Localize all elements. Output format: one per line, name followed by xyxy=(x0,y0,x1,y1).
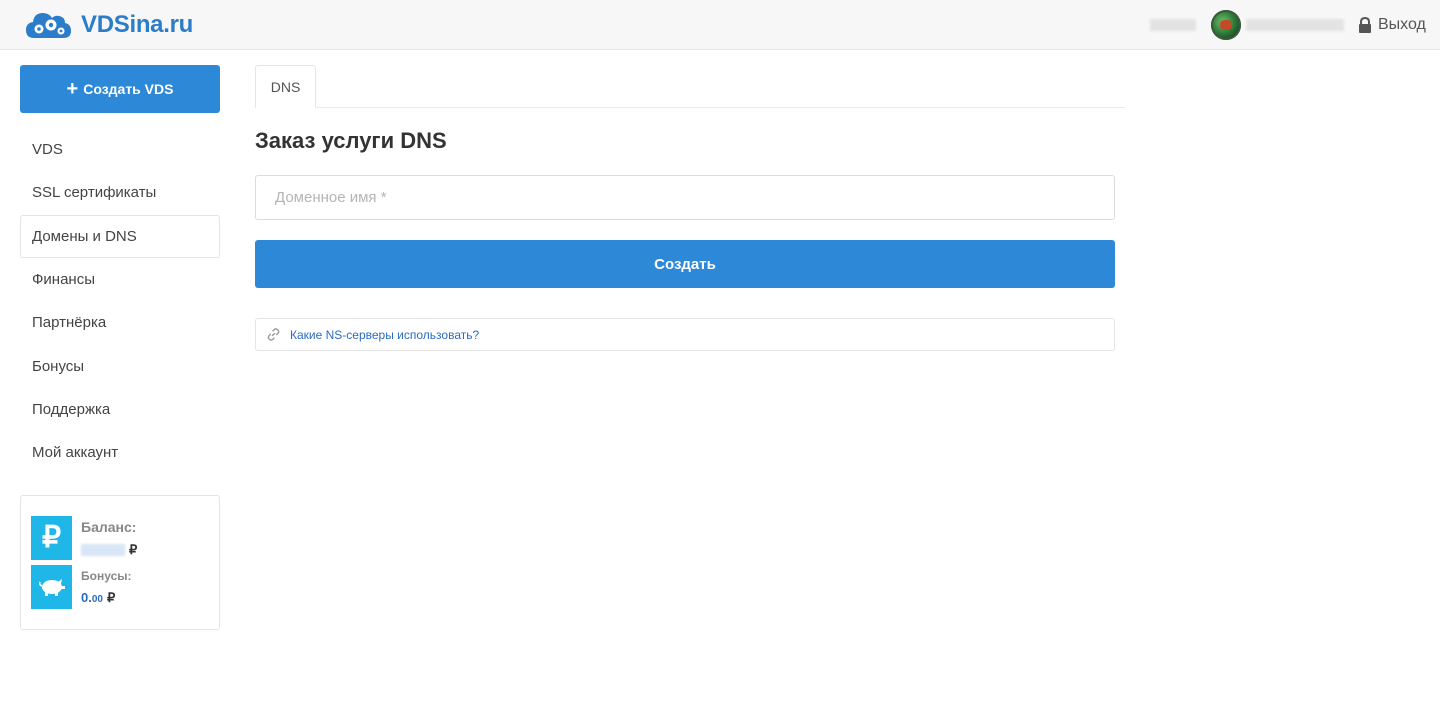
logo-text: VDSina.ru xyxy=(81,11,193,38)
plus-icon: + xyxy=(66,78,79,100)
bonus-value: 0.00 ₽ xyxy=(81,590,116,605)
sidebar-item-partner[interactable]: Партнёрка xyxy=(20,301,220,344)
page-title: Заказ услуги DNS xyxy=(255,128,447,153)
lock-icon xyxy=(1359,17,1371,33)
logo[interactable]: VDSina.ru xyxy=(24,8,193,42)
sidebar-item-finance[interactable]: Финансы xyxy=(20,258,220,301)
cloud-gears-icon xyxy=(26,13,71,38)
sidebar-item-vds[interactable]: VDS xyxy=(20,128,220,171)
sidebar-item-bonuses[interactable]: Бонусы xyxy=(20,344,220,387)
redacted-username[interactable] xyxy=(1246,19,1344,31)
avatar[interactable] xyxy=(1211,10,1241,40)
ruble-icon: ₽ xyxy=(31,516,72,560)
tab-dns[interactable]: DNS xyxy=(255,65,316,108)
balance-label: Баланс: xyxy=(81,519,137,535)
create-vds-label: Создать VDS xyxy=(83,81,174,97)
create-vds-button[interactable]: + Создать VDS xyxy=(20,65,220,113)
sidebar-item-ssl[interactable]: SSL сертификаты xyxy=(20,171,220,214)
piggy-bank-icon xyxy=(31,565,72,609)
balance-currency: ₽ xyxy=(129,542,138,557)
redacted-balance-value xyxy=(81,544,125,556)
logout-label: Выход xyxy=(1378,16,1426,33)
ns-servers-link[interactable]: Какие NS-серверы использовать? xyxy=(290,328,479,342)
sidebar-item-support[interactable]: Поддержка xyxy=(20,388,220,431)
top-header: VDSina.ru Выход xyxy=(0,0,1440,50)
redacted-balance xyxy=(1150,19,1196,31)
balance-panel: ₽ Баланс: ₽ Бонусы: 0.00 ₽ xyxy=(20,495,220,630)
logout-link[interactable]: Выход xyxy=(1358,16,1426,34)
domain-name-input[interactable] xyxy=(255,175,1115,220)
sidebar-item-account[interactable]: Мой аккаунт xyxy=(20,431,220,474)
create-button[interactable]: Создать xyxy=(255,240,1115,288)
sidebar-item-domains-dns[interactable]: Домены и DNS xyxy=(20,214,220,258)
link-icon xyxy=(267,328,280,341)
ns-info-box: Какие NS-серверы использовать? xyxy=(255,318,1115,351)
bonus-label: Бонусы: xyxy=(81,569,132,583)
sidebar-nav: VDS SSL сертификаты Домены и DNS Финансы… xyxy=(20,128,220,474)
tab-divider xyxy=(255,107,1125,108)
